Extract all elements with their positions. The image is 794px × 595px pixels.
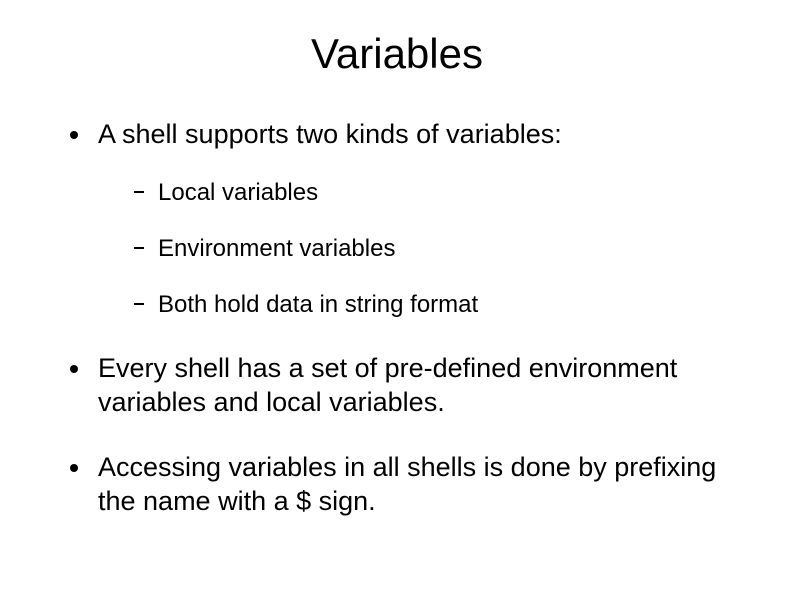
bullet-list: A shell supports two kinds of variables:…: [40, 118, 754, 519]
slide-title: Variables: [40, 30, 754, 78]
list-item: Local variables: [134, 178, 754, 208]
list-item: A shell supports two kinds of variables:…: [70, 118, 754, 320]
list-item: Accessing variables in all shells is don…: [70, 451, 754, 519]
list-item: Both hold data in string format: [134, 290, 754, 320]
list-item: Every shell has a set of pre-defined env…: [70, 352, 754, 420]
list-item: Environment variables: [134, 234, 754, 264]
list-item-text: Local variables: [158, 179, 318, 206]
list-item-text: Environment variables: [158, 235, 395, 262]
list-item-text: Accessing variables in all shells is don…: [98, 452, 716, 516]
list-item-text: Both hold data in string format: [158, 291, 478, 318]
list-item-text: Every shell has a set of pre-defined env…: [98, 353, 677, 417]
sub-bullet-list: Local variables Environment variables Bo…: [98, 178, 754, 320]
list-item-text: A shell supports two kinds of variables:: [98, 119, 562, 149]
